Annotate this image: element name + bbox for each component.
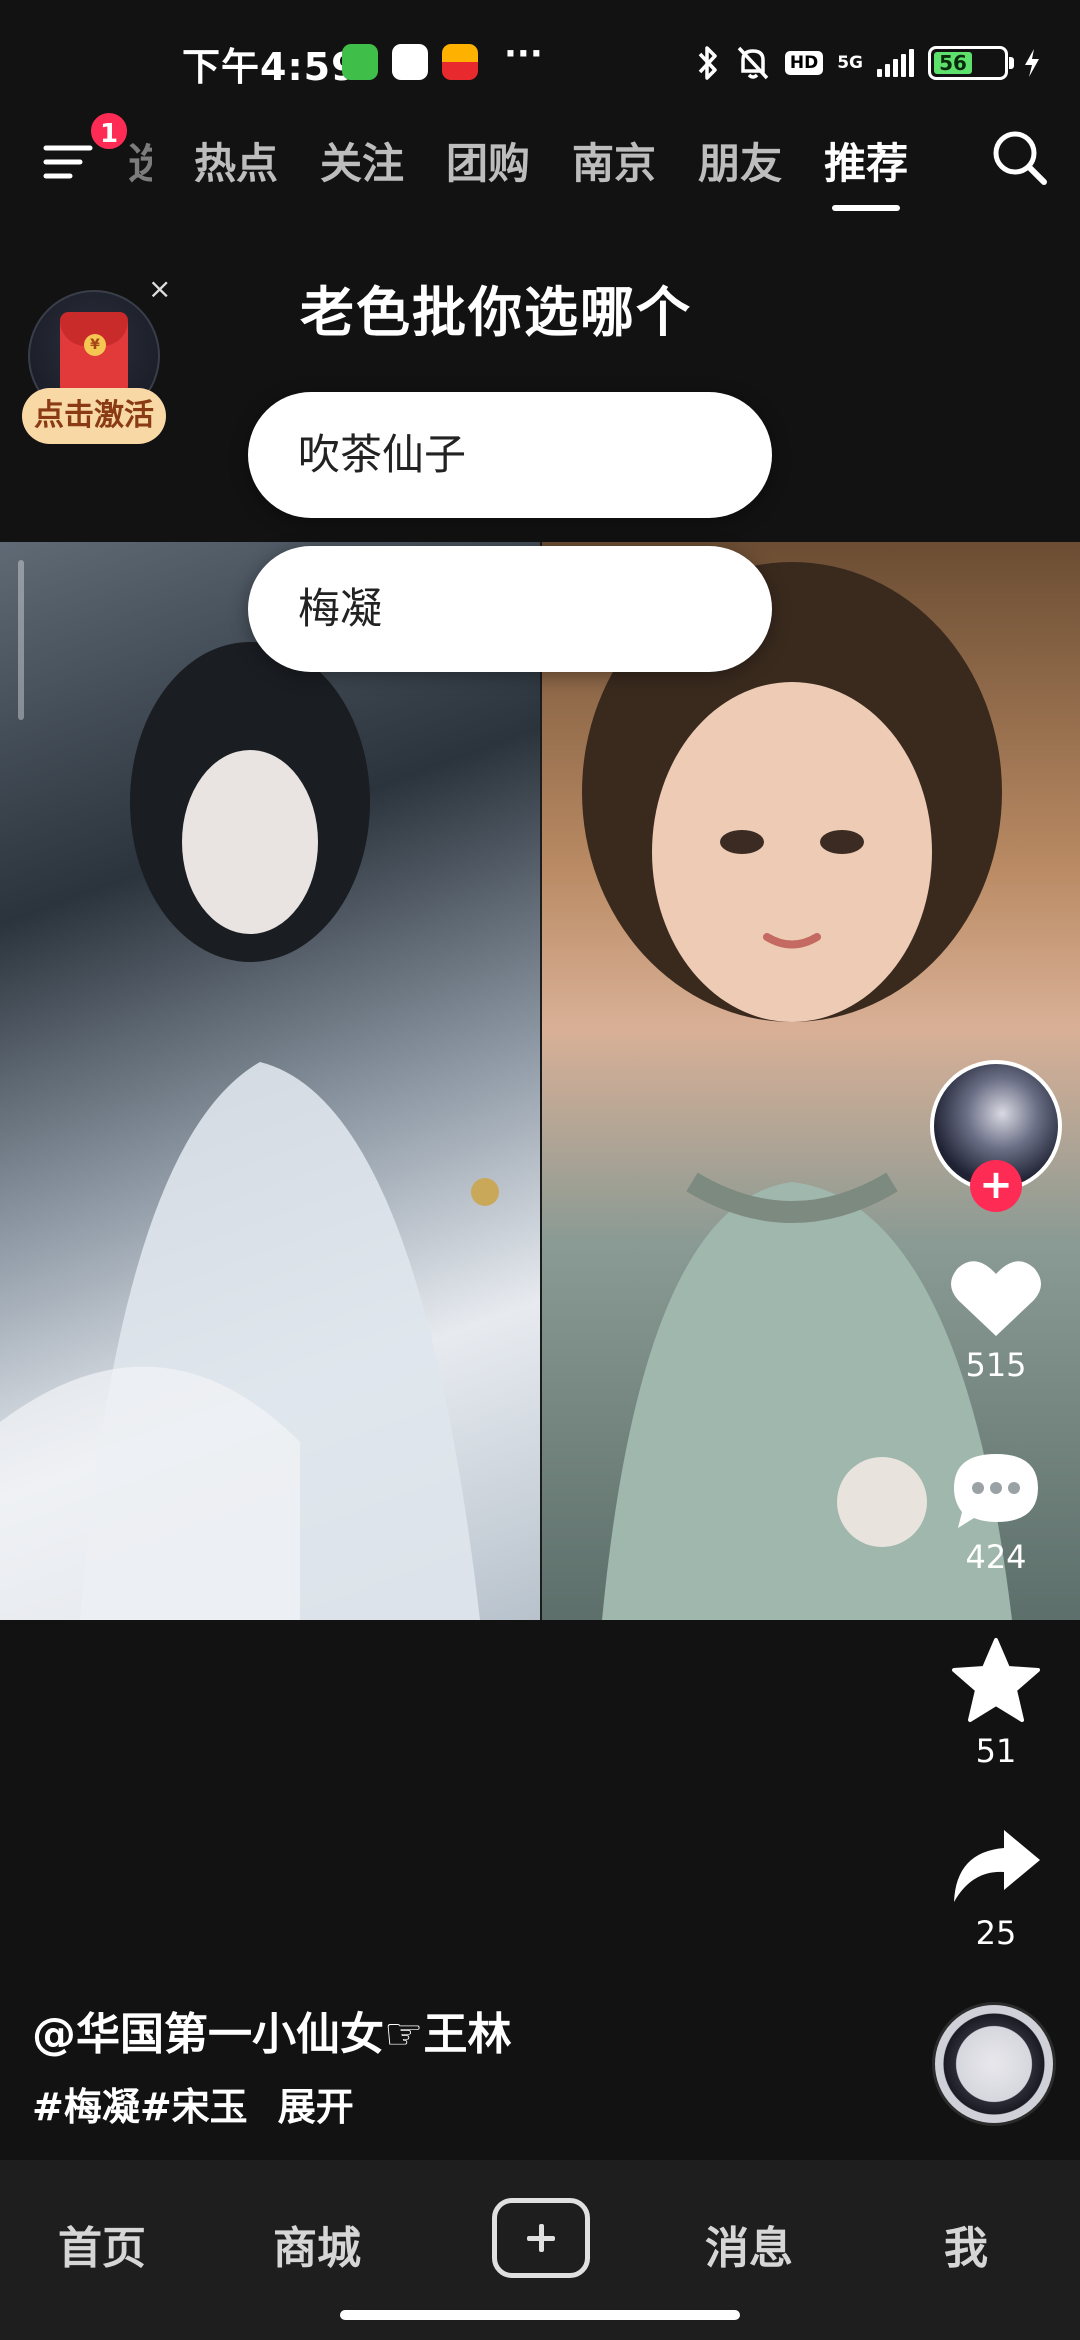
video-divider — [540, 542, 542, 1620]
wechat-mini-icon — [342, 44, 378, 80]
comment-button[interactable]: 424 — [940, 1448, 1052, 1576]
tab-nanjing[interactable]: 南京 — [572, 130, 656, 191]
bell-muted-icon — [737, 46, 769, 80]
scroll-indicator — [18, 560, 24, 720]
expand-link[interactable]: 展开 — [278, 2076, 354, 2131]
red-envelope-icon: ¥ — [60, 312, 128, 396]
video-image-left[interactable] — [0, 542, 540, 1620]
tab-recommend[interactable]: 推荐 — [824, 130, 908, 211]
battery-icon: 56 — [928, 46, 1014, 80]
author-name[interactable]: @华国第一小仙女☞王林 — [32, 1998, 511, 2062]
nav-home[interactable]: 首页 — [58, 2212, 146, 2276]
cloud-app-icon — [392, 44, 428, 80]
like-button[interactable]: 515 — [940, 1256, 1052, 1384]
heart-icon — [951, 1261, 1041, 1336]
favorite-count: 51 — [975, 1732, 1017, 1770]
channel-tabs: 选 热点 关注 团购 南京 朋友 推荐 — [128, 110, 929, 211]
notification-badge: 1 — [88, 110, 130, 152]
status-bar: 下午4:59 ··· HD 5G 56 — [0, 0, 1080, 110]
comment-count: 424 — [965, 1538, 1027, 1576]
nav-mall[interactable]: 商城 — [273, 2212, 361, 2276]
status-more-icon: ··· — [504, 34, 543, 74]
caption-hashtags: #梅凝#宋玉 展开 — [32, 2076, 354, 2131]
share-count: 25 — [975, 1914, 1017, 1952]
tab-hot[interactable]: 热点 — [194, 130, 278, 191]
tab-following[interactable]: 关注 — [320, 130, 404, 191]
home-indicator — [340, 2310, 740, 2320]
share-icon — [954, 1830, 1040, 1902]
poll-title: 老色批你选哪个 — [300, 281, 692, 344]
tab-group-buy[interactable]: 团购 — [446, 130, 530, 191]
hashtag-list[interactable]: #梅凝#宋玉 — [32, 2076, 248, 2131]
poll-option-2[interactable]: 梅凝 — [248, 546, 772, 672]
status-time: 下午4:59 — [182, 45, 359, 89]
tab-friends[interactable]: 朋友 — [698, 130, 782, 191]
nav-messages[interactable]: 消息 — [705, 2212, 793, 2276]
like-count: 515 — [965, 1346, 1027, 1384]
search-icon — [993, 131, 1047, 185]
network-type: 5G — [837, 52, 863, 73]
red-packet-activate-button[interactable]: 点击激活 — [22, 388, 166, 444]
poll-option-1[interactable]: 吹茶仙子 — [248, 392, 772, 518]
favorite-button[interactable]: 51 — [940, 1636, 1052, 1770]
tab-partial[interactable]: 选 — [128, 130, 152, 191]
hd-badge: HD — [784, 51, 824, 75]
music-disc[interactable] — [932, 2002, 1056, 2126]
signal-icon — [877, 49, 914, 77]
create-button[interactable] — [492, 2198, 590, 2278]
coin-icon: ¥ — [84, 334, 106, 356]
search-button[interactable] — [988, 126, 1052, 190]
red-packet-close-button[interactable]: × — [148, 272, 171, 305]
charging-icon — [1025, 49, 1039, 77]
follow-button[interactable]: + — [970, 1160, 1022, 1212]
share-button[interactable]: 25 — [940, 1824, 1052, 1952]
comment-icon — [954, 1454, 1038, 1528]
character-illustration-left — [0, 642, 499, 1620]
top-nav: 1 选 热点 关注 团购 南京 朋友 推荐 — [0, 110, 1080, 211]
58-app-icon — [442, 44, 478, 80]
bluetooth-icon — [698, 46, 717, 80]
battery-level: 56 — [939, 51, 967, 75]
nav-me[interactable]: 我 — [944, 2212, 988, 2276]
star-icon — [952, 1638, 1040, 1722]
